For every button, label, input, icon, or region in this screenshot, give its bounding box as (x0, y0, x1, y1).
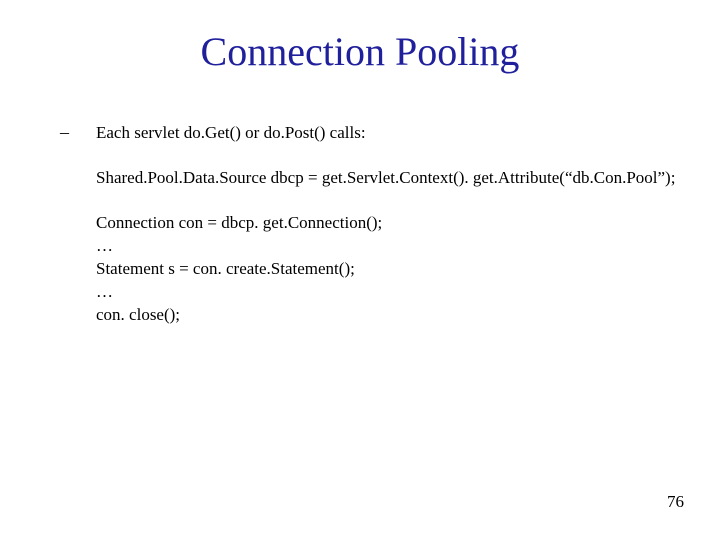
slide: Connection Pooling – Each servlet do.Get… (0, 0, 720, 540)
bullet-item: – Each servlet do.Get() or do.Post() cal… (60, 120, 700, 145)
code-line-ellipsis-1: … (96, 235, 700, 258)
code-line-close: con. close(); (96, 304, 700, 327)
code-line-declare: Shared.Pool.Data.Source dbcp = get.Servl… (96, 167, 700, 190)
bullet-dash: – (60, 120, 96, 144)
slide-body: – Each servlet do.Get() or do.Post() cal… (60, 120, 700, 327)
bullet-text-intro: Each servlet do.Get() or do.Post() calls… (96, 122, 366, 145)
code-line-conn: Connection con = dbcp. get.Connection(); (96, 212, 700, 235)
slide-title: Connection Pooling (0, 28, 720, 75)
code-line-stmt: Statement s = con. create.Statement(); (96, 258, 700, 281)
code-line-ellipsis-2: … (96, 281, 700, 304)
page-number: 76 (667, 492, 684, 512)
